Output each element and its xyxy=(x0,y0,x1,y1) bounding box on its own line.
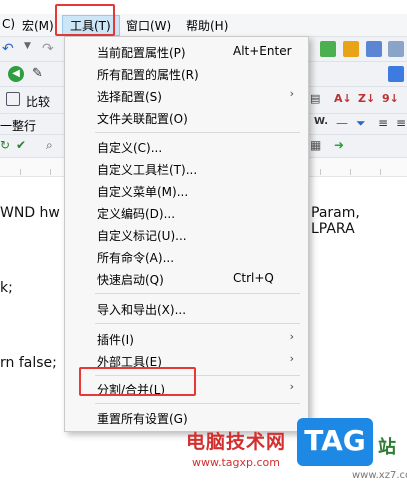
toolbar-icon-b[interactable] xyxy=(343,41,359,57)
menu-item-current-config-properties[interactable]: 当前配置属性(P) Alt+Enter xyxy=(65,41,308,62)
code-line-1-right: Param, LPARA xyxy=(311,205,360,237)
menu-separator xyxy=(95,132,300,133)
find-icon[interactable]: ⌕ xyxy=(46,138,62,154)
menu-help[interactable]: 帮助(H) xyxy=(186,17,228,34)
sort-az-icon[interactable]: A↓ xyxy=(334,92,352,108)
menu-item-customize-menu[interactable]: 自定义菜单(M)... xyxy=(65,180,308,201)
menu-item-customize[interactable]: 自定义(C)... xyxy=(65,136,308,157)
tag-logo: TAG xyxy=(297,418,373,466)
watermark-tail: 站 xyxy=(378,437,396,458)
menu-separator xyxy=(95,293,300,294)
toolbar-icon-a[interactable] xyxy=(320,41,336,57)
menu-separator xyxy=(95,403,300,404)
list-icon[interactable]: ≡ xyxy=(378,116,394,132)
filter-icon[interactable]: ⏷ xyxy=(356,116,372,132)
watermark-site-name: 电脑技术网 xyxy=(186,431,287,453)
menu-window[interactable]: 窗口(W) xyxy=(126,17,171,34)
chevron-right-icon: › xyxy=(289,352,294,365)
menu-macro[interactable]: 宏(M) xyxy=(22,17,54,34)
menu-separator xyxy=(95,323,300,324)
menu-item-import-export[interactable]: 导入和导出(X)... xyxy=(65,298,308,319)
grid-icon[interactable] xyxy=(6,92,20,106)
toolbar-icon-d[interactable] xyxy=(388,41,404,57)
menu-item-all-commands[interactable]: 所有命令(A)... xyxy=(65,246,308,267)
code-line-3: rn false; xyxy=(0,355,57,371)
minus-icon[interactable]: — xyxy=(336,116,352,132)
chevron-right-icon: › xyxy=(289,330,294,343)
menu-item-customize-toolbar[interactable]: 自定义工具栏(T)... xyxy=(65,158,308,179)
compare-label[interactable]: 比较 xyxy=(26,93,50,110)
tag-logo-text: TAG xyxy=(304,424,366,457)
watermark-site-url: www.tagxp.com xyxy=(192,456,280,469)
chevron-right-icon: › xyxy=(289,380,294,393)
menu-item-reset-all-settings[interactable]: 重置所有设置(G) xyxy=(65,407,308,428)
word-icon[interactable]: W. xyxy=(314,116,330,132)
toolbar-icon-f[interactable]: ▤ xyxy=(310,92,326,108)
menu-item-quick-launch[interactable]: 快速启动(Q) Ctrl+Q xyxy=(65,268,308,289)
split-merge-annotation-box xyxy=(79,367,196,396)
shortcut-alt-enter: Alt+Enter xyxy=(233,44,292,58)
menu-item-all-config-properties[interactable]: 所有配置的属性(R) xyxy=(65,63,308,84)
watermark-url-2: www.xz7.com xyxy=(352,470,407,481)
tools-menu-annotation-box xyxy=(55,4,115,36)
go-icon[interactable]: ➜ xyxy=(334,138,350,154)
list-icon-2[interactable]: ≡ xyxy=(396,116,407,132)
shortcut-ctrl-q: Ctrl+Q xyxy=(233,271,274,285)
menu-item-customize-markers[interactable]: 自定义标记(U)... xyxy=(65,224,308,245)
chevron-right-icon: › xyxy=(289,87,294,100)
row-label[interactable]: 一整行 xyxy=(0,117,36,134)
sort-num-icon[interactable]: 9↓ xyxy=(382,92,399,108)
doc-icon[interactable]: ▦ xyxy=(310,138,326,154)
menu-edit-partial[interactable]: C) xyxy=(2,17,15,31)
refresh-icon[interactable]: ↻ xyxy=(0,138,16,154)
dropdown-arrow-icon[interactable]: ▼ xyxy=(24,41,40,57)
undo-icon[interactable]: ↶ xyxy=(2,41,18,57)
menu-item-define-encoding[interactable]: 定义编码(D)... xyxy=(65,202,308,223)
cursor-icon[interactable]: ✎ xyxy=(32,66,48,82)
code-line-2: k; xyxy=(0,280,13,296)
run-icon[interactable]: ✔ xyxy=(16,138,32,154)
redo-icon[interactable]: ↷ xyxy=(42,41,58,57)
menu-item-plugins[interactable]: 插件(I) › xyxy=(65,328,308,349)
sort-za-icon[interactable]: Z↓ xyxy=(358,92,375,108)
back-icon[interactable]: ◀ xyxy=(8,66,24,82)
menu-item-select-config[interactable]: 选择配置(S) › xyxy=(65,85,308,106)
menu-item-file-association[interactable]: 文件关联配置(O) xyxy=(65,107,308,128)
code-line-1-left: WND hw xyxy=(0,205,60,221)
toolbar-icon-e[interactable] xyxy=(388,66,404,82)
toolbar-icon-c[interactable] xyxy=(366,41,382,57)
